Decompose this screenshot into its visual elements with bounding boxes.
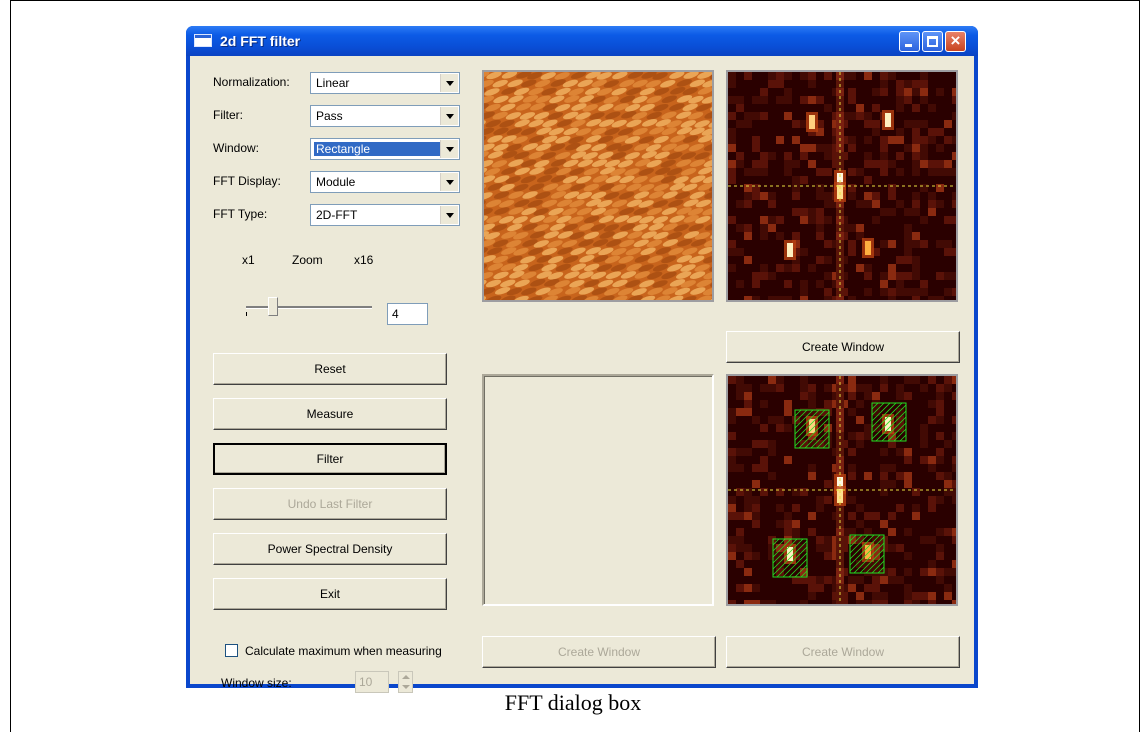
fft-display-select[interactable]: Module — [310, 171, 460, 193]
normalization-select[interactable]: Linear — [310, 72, 460, 94]
fft-type-label: FFT Type: — [213, 207, 268, 221]
fft-filtered-spectrum-image — [728, 376, 956, 604]
maximize-button[interactable] — [922, 31, 943, 52]
source-image-panel[interactable] — [482, 70, 714, 302]
normalization-value: Linear — [316, 76, 350, 90]
reset-button[interactable]: Reset — [213, 353, 447, 385]
dialog-client: Normalization: Linear Filter: Pass Windo… — [190, 56, 974, 693]
filter-select[interactable]: Pass — [310, 105, 460, 127]
filter-label: Filter: — [213, 108, 243, 122]
window-icon — [194, 34, 212, 47]
exit-button[interactable]: Exit — [213, 578, 447, 610]
chevron-down-icon[interactable] — [440, 206, 458, 224]
zoom-max-label: x16 — [354, 253, 374, 267]
calculate-maximum-checkbox[interactable] — [225, 644, 238, 657]
create-window-button-bottom-left[interactable]: Create Window — [482, 636, 716, 668]
window-type-select[interactable]: Rectangle — [310, 138, 460, 160]
chevron-down-icon[interactable] — [440, 140, 458, 158]
zoom-min-label: x1 — [242, 253, 255, 267]
power-spectral-density-button[interactable]: Power Spectral Density — [213, 533, 447, 565]
minimize-button[interactable] — [899, 31, 920, 52]
zoom-slider-track[interactable] — [246, 306, 372, 309]
zoom-label: Zoom — [292, 253, 323, 267]
titlebar[interactable]: 2d FFT filter × — [186, 26, 978, 56]
window-type-value: Rectangle — [314, 142, 440, 156]
close-button[interactable]: × — [945, 31, 966, 52]
fft-display-label: FFT Display: — [213, 174, 281, 188]
filter-value: Pass — [316, 109, 343, 123]
fft-display-panel[interactable] — [726, 70, 958, 302]
zoom-slider-thumb[interactable] — [268, 297, 278, 316]
filter-button[interactable]: Filter — [213, 443, 447, 475]
zoom-slider-tick — [246, 312, 247, 316]
zoom-input[interactable]: 4 — [387, 303, 428, 325]
window-type-label: Window: — [213, 141, 260, 155]
create-window-button-top[interactable]: Create Window — [726, 331, 960, 363]
calculate-maximum-label: Calculate maximum when measuring — [245, 644, 442, 658]
filtered-image-panel[interactable] — [482, 374, 714, 606]
create-window-button-bottom-right[interactable]: Create Window — [726, 636, 960, 668]
fft-spectrum-image — [728, 72, 956, 300]
chevron-down-icon[interactable] — [440, 173, 458, 191]
measure-button[interactable]: Measure — [213, 398, 447, 430]
undo-last-filter-button[interactable]: Undo Last Filter — [213, 488, 447, 520]
normalization-label: Normalization: — [213, 75, 290, 89]
close-icon: × — [950, 31, 961, 50]
window-size-label: Window size: — [221, 676, 292, 690]
topography-image — [484, 72, 712, 300]
fft-display-value: Module — [316, 175, 356, 189]
chevron-down-icon[interactable] — [440, 107, 458, 125]
fft-filter-panel[interactable] — [726, 374, 958, 606]
fft-filter-window: 2d FFT filter × Normalization: Linear Fi… — [186, 26, 978, 693]
fft-type-value: 2D-FFT — [316, 208, 358, 222]
fft-type-select[interactable]: 2D-FFT — [310, 204, 460, 226]
chevron-down-icon[interactable] — [440, 74, 458, 92]
window-title: 2d FFT filter — [220, 33, 301, 49]
figure-caption: FFT dialog box — [504, 690, 642, 715]
